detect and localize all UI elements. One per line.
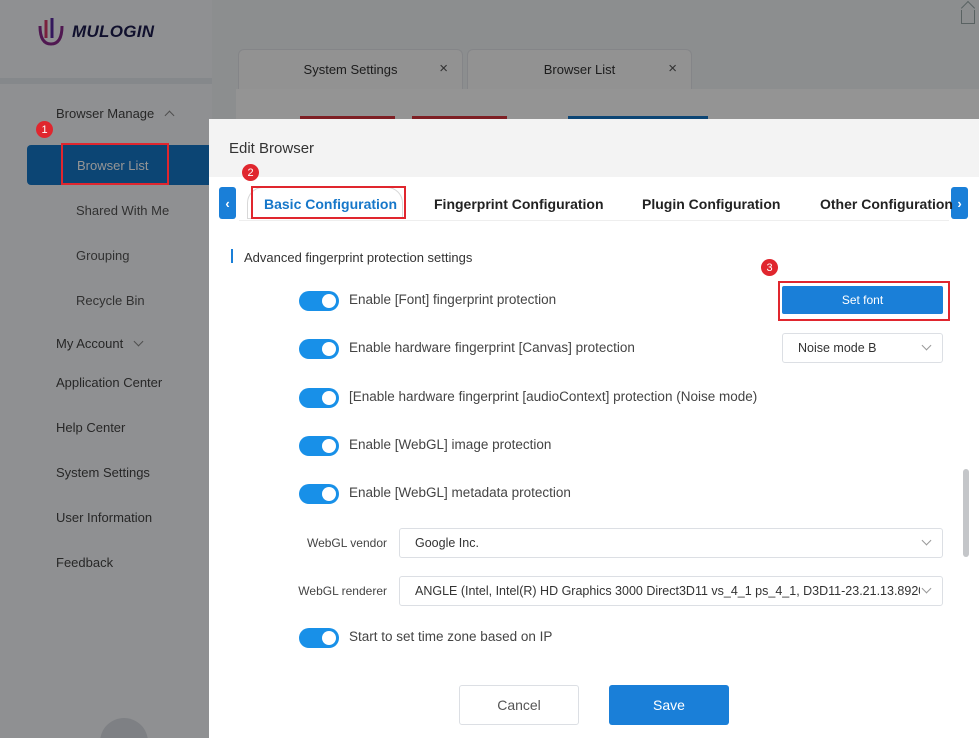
select-value: Noise mode B	[798, 341, 877, 355]
cancel-button[interactable]: Cancel	[459, 685, 579, 725]
dialog-title: Edit Browser	[229, 140, 315, 157]
webgl-vendor-select[interactable]: Google Inc.	[399, 528, 943, 558]
toggle-label: Start to set time zone based on IP	[349, 629, 553, 644]
tab-other-configuration[interactable]: Other Configuration	[820, 188, 953, 220]
toggle-label: Enable [WebGL] metadata protection	[349, 485, 571, 500]
chevron-down-icon	[921, 583, 932, 594]
webgl-renderer-label: WebGL renderer	[298, 584, 387, 598]
annotation-step-3: 3	[761, 259, 778, 276]
section-marker	[231, 249, 233, 263]
chevron-right-icon[interactable]: ›	[951, 187, 968, 219]
annotation-highlight-basic-configuration	[251, 186, 406, 219]
toggle-label: Enable hardware fingerprint [Canvas] pro…	[349, 340, 635, 355]
webgl-vendor-label: WebGL vendor	[306, 536, 387, 550]
select-value: Google Inc.	[415, 536, 479, 550]
font-protection-toggle[interactable]	[299, 291, 339, 311]
tab-fingerprint-configuration[interactable]: Fingerprint Configuration	[434, 188, 604, 220]
annotation-step-2: 2	[242, 164, 259, 181]
chevron-down-icon	[921, 340, 932, 351]
tab-plugin-configuration[interactable]: Plugin Configuration	[642, 188, 780, 220]
chevron-down-icon	[921, 535, 932, 546]
section-title: Advanced fingerprint protection settings	[244, 250, 473, 265]
canvas-mode-select[interactable]: Noise mode B	[782, 333, 943, 363]
webgl-metadata-protection-toggle[interactable]	[299, 484, 339, 504]
timezone-by-ip-toggle[interactable]	[299, 628, 339, 648]
toggle-label: Enable [Font] fingerprint protection	[349, 292, 557, 307]
annotation-highlight-set-font	[778, 281, 950, 321]
audiocontext-protection-toggle[interactable]	[299, 388, 339, 408]
dialog-header: Edit Browser	[209, 119, 979, 177]
annotation-highlight-browser-list	[61, 143, 169, 185]
chevron-left-icon[interactable]: ‹	[219, 187, 236, 219]
toggle-label: Enable [WebGL] image protection	[349, 437, 552, 452]
save-button[interactable]: Save	[609, 685, 729, 725]
webgl-image-protection-toggle[interactable]	[299, 436, 339, 456]
canvas-protection-toggle[interactable]	[299, 339, 339, 359]
scrollbar[interactable]	[963, 469, 969, 557]
webgl-renderer-select[interactable]: ANGLE (Intel, Intel(R) HD Graphics 3000 …	[399, 576, 943, 606]
annotation-step-1: 1	[36, 121, 53, 138]
toggle-label: [Enable hardware fingerprint [audioConte…	[349, 389, 758, 404]
select-value: ANGLE (Intel, Intel(R) HD Graphics 3000 …	[415, 584, 920, 598]
